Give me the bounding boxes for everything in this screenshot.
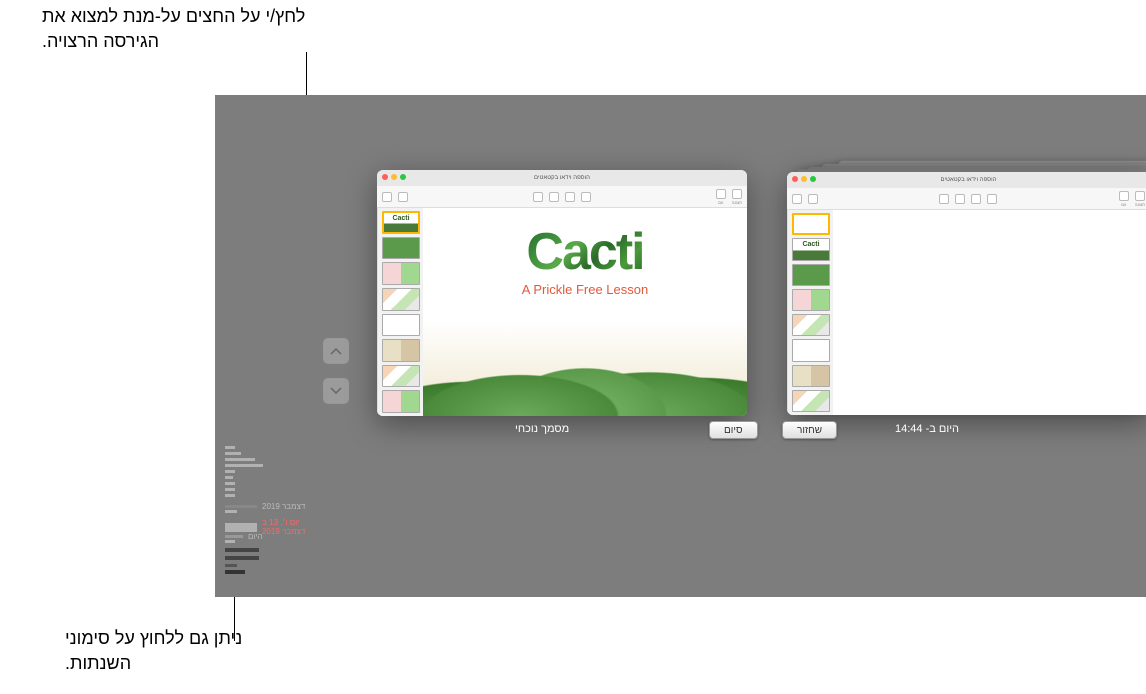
minimize-icon <box>801 176 807 182</box>
slide-thumbnail[interactable]: Cacti <box>792 238 830 260</box>
versions-browser: הוספה וידאו בקטאטים תצוגה זום <box>215 95 1146 597</box>
toolbar-icon <box>939 194 949 204</box>
slide-subtitle: A Prickle Free Lesson <box>522 282 648 297</box>
toolbar-icon <box>955 194 965 204</box>
timeline-selected-label[interactable]: יום ו׳, 13 ב דצמבר 2019 <box>262 518 309 536</box>
slide-image <box>423 321 747 416</box>
toolbar-icon <box>382 192 392 202</box>
callout-timeline: ניתן גם ללחוץ על סימוני השנתות. <box>65 626 265 676</box>
close-icon[interactable] <box>382 174 388 180</box>
version-timestamp: היום ב- 14:44 <box>895 423 959 435</box>
slide-thumbnail[interactable] <box>792 314 830 336</box>
window-titlebar: הוספה וידאו בקטאטים <box>787 172 1146 188</box>
slide-thumbnail[interactable] <box>792 390 830 412</box>
timeline-today-label[interactable]: היום <box>248 532 263 541</box>
toolbar-icon <box>971 194 981 204</box>
toolbar-icon <box>398 192 408 202</box>
zoom-icon <box>810 176 816 182</box>
slide-thumbnail[interactable]: Cacti <box>382 211 420 234</box>
traffic-lights <box>792 176 816 182</box>
version-nav-arrows <box>323 338 349 404</box>
slide-thumbnail[interactable] <box>792 339 830 361</box>
chevron-down-icon <box>330 387 342 395</box>
slide-navigator[interactable]: Cacti <box>787 210 833 415</box>
slide-thumbnail[interactable] <box>792 289 830 311</box>
toolbar-icon <box>565 192 575 202</box>
toolbar-icon <box>792 194 802 204</box>
toolbar-icon <box>549 192 559 202</box>
window-title: הוספה וידאו בקטאטים <box>534 175 590 181</box>
toolbar-icon <box>808 194 818 204</box>
slide-thumbnail[interactable] <box>382 262 420 285</box>
slide-canvas <box>833 210 1146 415</box>
timeline-month-label[interactable]: דצמבר 2019 <box>262 502 305 511</box>
toolbar-icon <box>987 194 997 204</box>
slide-thumbnail[interactable] <box>792 264 830 286</box>
window-titlebar: הוספה וידאו בקטאטים <box>377 170 747 186</box>
toolbar-icon <box>1135 191 1145 201</box>
toolbar-icon <box>581 192 591 202</box>
slide-thumbnail[interactable] <box>382 339 420 362</box>
done-button[interactable]: סיום <box>709 421 758 439</box>
minimize-icon[interactable] <box>391 174 397 180</box>
current-document-label: מסמך נוכחי <box>515 423 569 435</box>
toolbar-icon <box>1119 191 1129 201</box>
chevron-up-icon <box>330 347 342 355</box>
toolbar-icon <box>732 189 742 199</box>
past-version-window[interactable]: הוספה וידאו בקטאטים תצוגה זום <box>787 172 1146 415</box>
toolbar-icon <box>716 189 726 199</box>
next-version-button[interactable] <box>323 378 349 404</box>
callout-arrows: לחץ/י על החצים על-מנת למצוא את הגירסה הר… <box>42 4 312 54</box>
window-title: הוספה וידאו בקטאטים <box>941 177 997 183</box>
slide-navigator[interactable]: Cacti <box>377 208 423 416</box>
traffic-lights[interactable] <box>382 174 406 180</box>
slide-canvas: Cacti A Prickle Free Lesson <box>423 208 747 416</box>
slide-thumbnail[interactable] <box>382 314 420 337</box>
zoom-icon[interactable] <box>400 174 406 180</box>
current-document-window[interactable]: הוספה וידאו בקטאטים תצוגה זום <box>377 170 747 416</box>
slide-thumbnail[interactable] <box>792 213 830 235</box>
slide-thumbnail[interactable] <box>382 288 420 311</box>
slide-thumbnail[interactable] <box>792 365 830 387</box>
window-toolbar: תצוגה זום <box>377 186 747 208</box>
slide-thumbnail[interactable] <box>382 365 420 388</box>
slide-thumbnail[interactable] <box>382 237 420 260</box>
previous-version-button[interactable] <box>323 338 349 364</box>
slide-thumbnail[interactable] <box>382 390 420 413</box>
close-icon <box>792 176 798 182</box>
slide-title: Cacti <box>526 226 643 278</box>
restore-button[interactable]: שחזור <box>782 421 837 439</box>
window-toolbar: תצוגה זום <box>787 188 1146 210</box>
toolbar-icon <box>533 192 543 202</box>
